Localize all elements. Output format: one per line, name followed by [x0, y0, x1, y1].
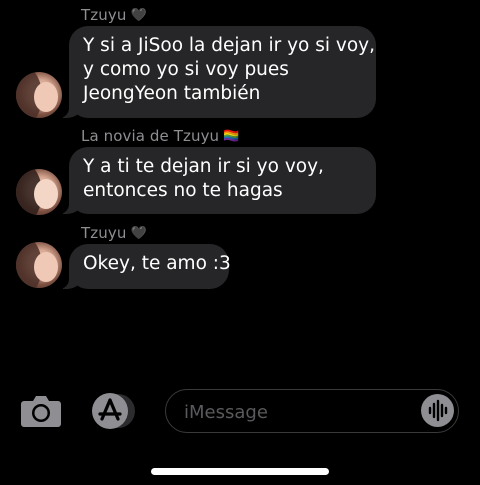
sender-name: Tzuyu [81, 6, 127, 24]
avatar-face-shape [34, 252, 58, 282]
avatar-face-shape [34, 82, 58, 112]
audio-waveform-icon[interactable] [421, 394, 454, 427]
avatar[interactable] [16, 72, 62, 118]
message-sender: La novia de Tzuyu 🏳️‍🌈 [81, 127, 239, 145]
message-sender: Tzuyu 🖤 [81, 224, 147, 242]
message-bubble[interactable]: Y a ti te dejan ir si yo voy, entonces n… [59, 147, 376, 214]
message-line: JeongYeon también [83, 83, 261, 104]
message-bubble[interactable]: Y si a JiSoo la dejan ir yo si voy, y co… [59, 26, 376, 118]
message-line: Y a ti te dejan ir si yo voy, [83, 156, 324, 177]
message-line: Okey, te amo :3 [83, 253, 231, 274]
camera-icon[interactable] [20, 392, 62, 428]
sender-emoji: 🏳️‍🌈 [223, 129, 240, 144]
avatar[interactable] [16, 242, 62, 288]
app-store-icon[interactable] [91, 392, 137, 430]
message-line: entonces no te hagas [83, 180, 283, 201]
sender-name: La novia de Tzuyu [81, 127, 220, 145]
message-bubble[interactable]: Okey, te amo :3 [59, 244, 231, 289]
message-input[interactable] [182, 399, 416, 425]
message-line: y como yo si voy pues [83, 59, 289, 80]
sender-emoji: 🖤 [130, 8, 147, 23]
message-input-box[interactable] [165, 389, 459, 433]
message-sender: Tzuyu 🖤 [81, 6, 147, 24]
sender-emoji: 🖤 [130, 226, 147, 241]
home-indicator[interactable] [151, 468, 329, 475]
avatar[interactable] [16, 169, 62, 215]
sender-name: Tzuyu [81, 224, 127, 242]
message-line: Y si a JiSoo la dejan ir yo si voy, [83, 35, 376, 56]
avatar-face-shape [34, 179, 58, 209]
